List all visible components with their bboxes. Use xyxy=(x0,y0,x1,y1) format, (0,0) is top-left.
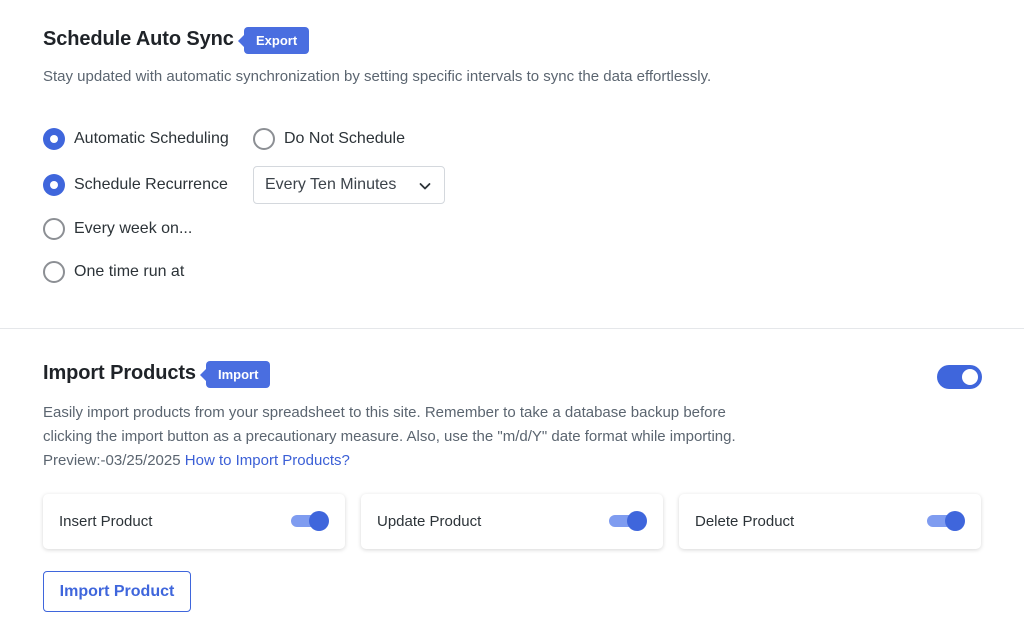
export-tag: Export xyxy=(237,27,310,54)
radio-unchecked-icon[interactable] xyxy=(43,261,65,283)
import-preview-line: Preview:-03/25/2025 How to Import Produc… xyxy=(43,449,350,473)
radio-label: Schedule Recurrence xyxy=(74,176,228,193)
radio-one-time-run[interactable]: One time run at xyxy=(43,260,184,284)
how-to-import-link[interactable]: How to Import Products? xyxy=(185,452,350,469)
import-description-line1: Easily import products from your spreads… xyxy=(43,404,726,421)
radio-every-week[interactable]: Every week on... xyxy=(43,217,192,241)
import-tag: Import xyxy=(199,361,271,388)
import-title: Import Products xyxy=(43,362,196,384)
update-product-label: Update Product xyxy=(377,513,482,530)
radio-automatic-scheduling[interactable]: Automatic Scheduling xyxy=(43,127,229,151)
radio-unchecked-icon[interactable] xyxy=(253,128,275,150)
delete-product-label: Delete Product xyxy=(695,513,795,530)
radio-label: Every week on... xyxy=(74,220,193,237)
radio-label: Do Not Schedule xyxy=(284,130,405,147)
radio-label: Automatic Scheduling xyxy=(74,130,229,147)
recurrence-select-value: Every Ten Minutes xyxy=(265,176,397,193)
delete-product-card: Delete Product xyxy=(679,494,981,549)
schedule-description: Stay updated with automatic synchronizat… xyxy=(43,68,712,85)
import-description-line2: clicking the import button as a precauti… xyxy=(43,428,736,445)
insert-product-card: Insert Product xyxy=(43,494,345,549)
radio-unchecked-icon[interactable] xyxy=(43,218,65,240)
import-product-button[interactable]: Import Product xyxy=(43,571,191,612)
update-product-card: Update Product xyxy=(361,494,663,549)
radio-do-not-schedule[interactable]: Do Not Schedule xyxy=(253,127,405,151)
import-enable-toggle[interactable] xyxy=(937,365,982,389)
chevron-down-icon xyxy=(419,183,431,190)
delete-product-toggle[interactable] xyxy=(927,511,965,531)
recurrence-select[interactable]: Every Ten Minutes xyxy=(253,166,445,204)
radio-checked-icon[interactable] xyxy=(43,174,65,196)
insert-product-label: Insert Product xyxy=(59,513,153,530)
section-divider xyxy=(0,328,1024,329)
radio-checked-icon[interactable] xyxy=(43,128,65,150)
radio-label: One time run at xyxy=(74,263,185,280)
update-product-toggle[interactable] xyxy=(609,511,647,531)
radio-schedule-recurrence[interactable]: Schedule Recurrence xyxy=(43,173,228,197)
insert-product-toggle[interactable] xyxy=(291,511,329,531)
preview-date: Preview:-03/25/2025 xyxy=(43,452,181,469)
schedule-title: Schedule Auto Sync xyxy=(43,28,234,50)
